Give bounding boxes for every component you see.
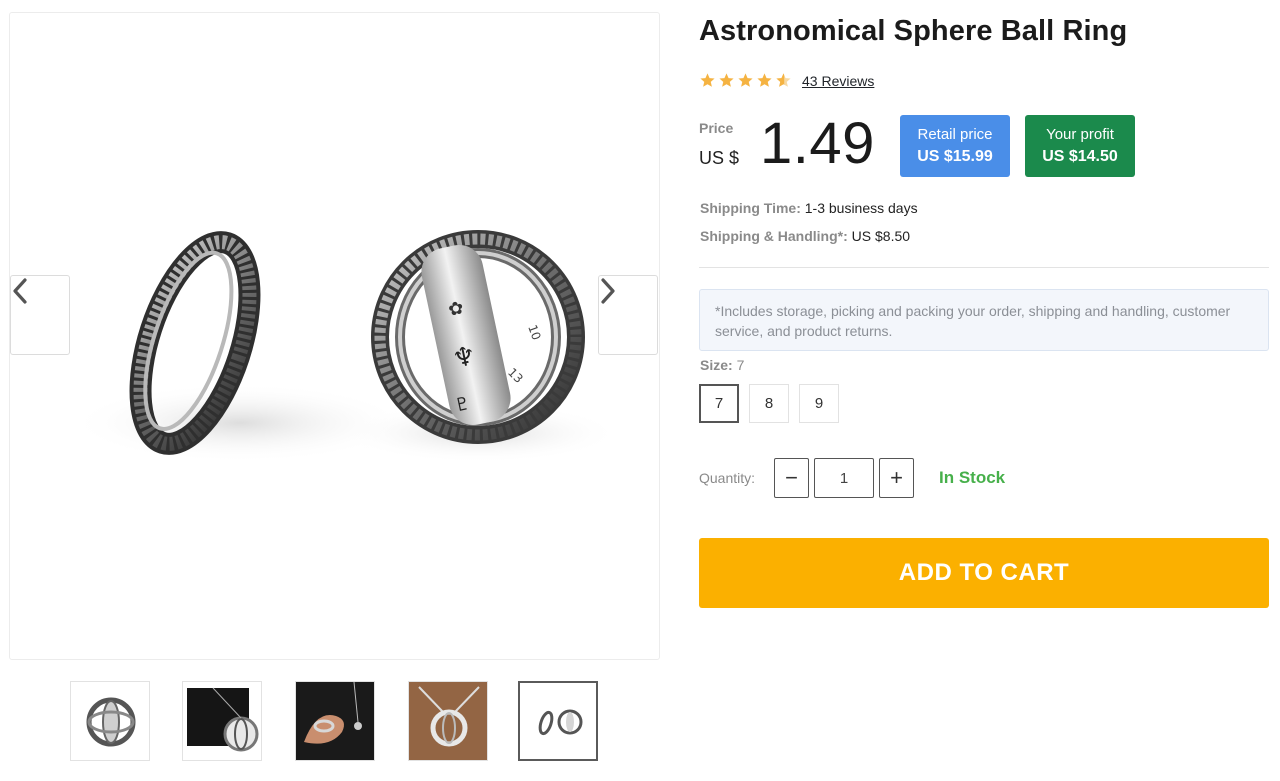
star-icon xyxy=(700,73,715,87)
thumbnail-4[interactable] xyxy=(408,681,488,761)
size-option-8[interactable]: 8 xyxy=(749,384,789,423)
pendant-wood-thumbnail-image xyxy=(409,682,487,760)
size-option-9[interactable]: 9 xyxy=(799,384,839,423)
quantity-label: Quantity: xyxy=(699,470,756,486)
quantity-input[interactable] xyxy=(814,458,874,498)
product-rating: 43 Reviews xyxy=(699,72,874,89)
thumbnail-1[interactable] xyxy=(70,681,150,761)
quantity-decrease-button[interactable]: − xyxy=(774,458,809,498)
thumbnail-5[interactable] xyxy=(518,681,598,761)
previous-image-button[interactable] xyxy=(10,275,70,355)
svg-text:10: 10 xyxy=(525,323,543,342)
quantity-increase-button[interactable]: + xyxy=(879,458,914,498)
price-label: Price xyxy=(699,120,734,136)
thumbnail-2[interactable] xyxy=(182,681,262,761)
shipping-time: Shipping Time: 1-3 business days xyxy=(700,200,918,216)
half-star-icon xyxy=(776,73,791,87)
retail-price-badge: Retail price US $15.99 xyxy=(900,115,1010,177)
star-icon xyxy=(719,73,734,87)
necklace-model-thumbnail-image xyxy=(183,682,261,760)
selected-size-value: 7 xyxy=(736,357,745,373)
main-product-image: ✿ ♆ ♇ 10 13 xyxy=(9,12,660,660)
profit-value: US $14.50 xyxy=(1042,147,1118,165)
shipping-handling: Shipping & Handling*: US $8.50 xyxy=(700,228,910,244)
profit-badge: Your profit US $14.50 xyxy=(1025,115,1135,177)
ring-photo: ✿ ♆ ♇ 10 13 xyxy=(70,230,620,463)
star-icon xyxy=(757,73,772,87)
chevron-right-icon xyxy=(601,278,615,304)
two-rings-thumbnail-image xyxy=(538,709,583,736)
retail-price-label: Retail price xyxy=(917,125,993,143)
add-to-cart-button[interactable]: ADD TO CART xyxy=(699,538,1269,608)
product-title: Astronomical Sphere Ball Ring xyxy=(699,15,1128,47)
shipping-time-value: 1-3 business days xyxy=(804,200,918,216)
profit-label: Your profit xyxy=(1046,125,1114,143)
price-currency: US $ xyxy=(699,148,740,168)
star-rating xyxy=(699,72,792,89)
thumbnail-strip xyxy=(70,681,610,761)
size-option-7[interactable]: 7 xyxy=(699,384,739,423)
price-value: 1.49 xyxy=(760,111,875,176)
retail-price-value: US $15.99 xyxy=(917,147,993,165)
shipping-note: *Includes storage, picking and packing y… xyxy=(699,289,1269,351)
shipping-handling-label: Shipping & Handling*: xyxy=(700,228,848,244)
hand-ring-thumbnail-image xyxy=(296,682,374,760)
chevron-left-icon xyxy=(13,278,27,304)
svg-text:13: 13 xyxy=(505,365,526,386)
reviews-link[interactable]: 43 Reviews xyxy=(802,73,874,89)
shipping-time-label: Shipping Time: xyxy=(700,200,801,216)
stock-status: In Stock xyxy=(939,468,1006,487)
ring-thumbnail-image xyxy=(86,697,136,747)
divider xyxy=(699,267,1269,268)
thumbnail-3[interactable] xyxy=(295,681,375,761)
size-label: Size: 7 xyxy=(700,357,744,373)
next-image-button[interactable] xyxy=(598,275,658,355)
size-label-key: Size: xyxy=(700,357,733,373)
star-icon xyxy=(738,73,753,87)
shipping-handling-value: US $8.50 xyxy=(851,228,911,244)
